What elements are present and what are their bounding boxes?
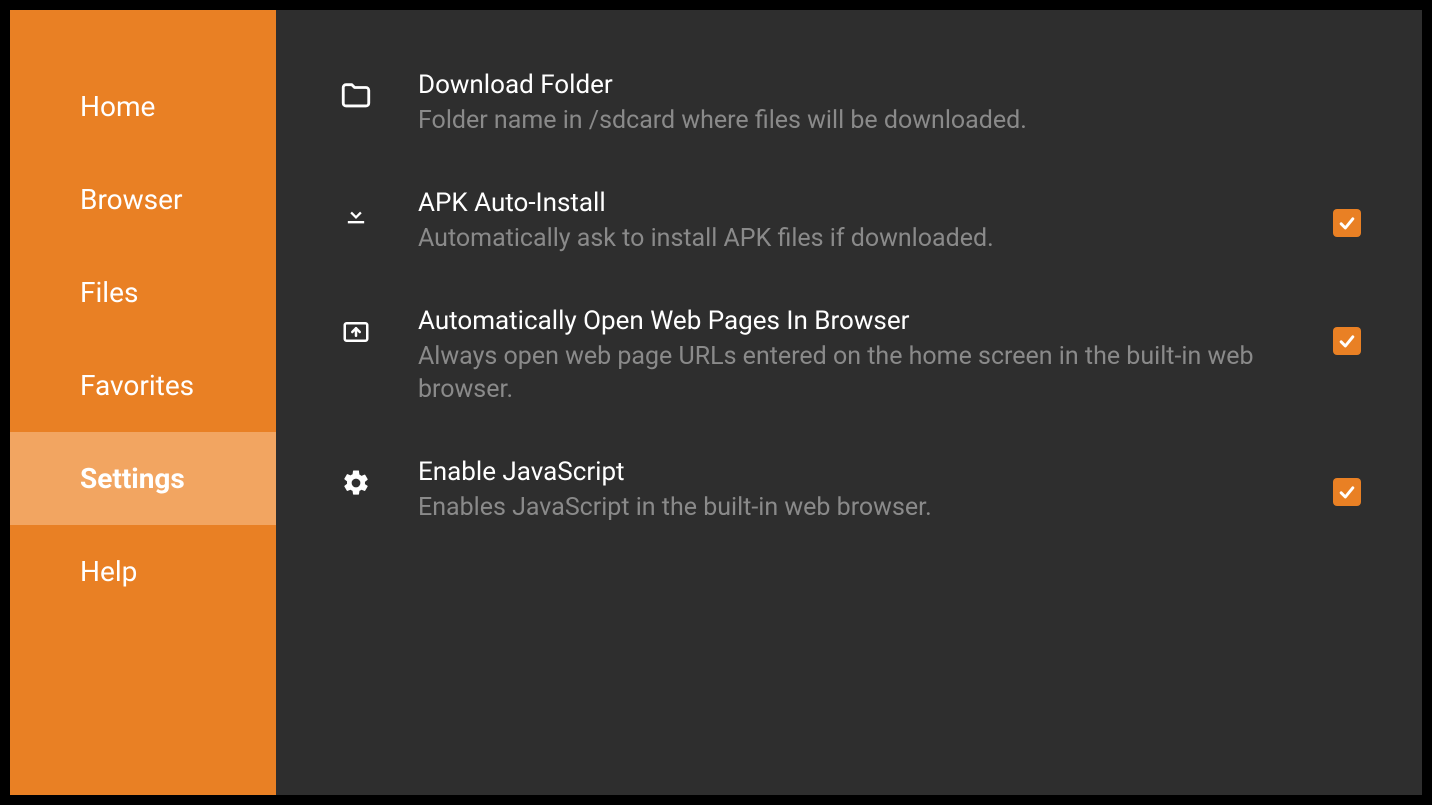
sidebar-item-help[interactable]: Help [10,525,276,618]
checkbox-auto-open-browser[interactable] [1333,327,1361,355]
setting-enable-javascript[interactable]: Enable JavaScript Enables JavaScript in … [336,457,1362,525]
open-browser-icon [336,312,376,352]
sidebar-item-settings[interactable]: Settings [10,432,276,525]
setting-title: Enable JavaScript [418,457,1302,487]
setting-apk-auto-install[interactable]: APK Auto-Install Automatically ask to in… [336,188,1362,256]
settings-panel: Download Folder Folder name in /sdcard w… [276,10,1422,795]
sidebar-item-favorites[interactable]: Favorites [10,339,276,432]
folder-icon [336,76,376,116]
download-icon [336,194,376,234]
sidebar-item-home[interactable]: Home [10,60,276,153]
setting-description: Always open web page URLs entered on the… [418,340,1302,408]
setting-description: Enables JavaScript in the built-in web b… [418,491,1302,525]
checkbox-enable-javascript[interactable] [1333,478,1361,506]
setting-description: Folder name in /sdcard where files will … [418,104,1332,138]
checkbox-apk-auto-install[interactable] [1333,209,1361,237]
sidebar-item-files[interactable]: Files [10,246,276,339]
setting-description: Automatically ask to install APK files i… [418,222,1302,256]
setting-download-folder[interactable]: Download Folder Folder name in /sdcard w… [336,70,1362,138]
setting-title: Download Folder [418,70,1332,100]
sidebar-item-browser[interactable]: Browser [10,153,276,246]
setting-title: APK Auto-Install [418,188,1302,218]
sidebar: Home Browser Files Favorites Settings He… [10,10,276,795]
setting-title: Automatically Open Web Pages In Browser [418,306,1302,336]
gear-icon [336,463,376,503]
setting-auto-open-browser[interactable]: Automatically Open Web Pages In Browser … [336,306,1362,408]
